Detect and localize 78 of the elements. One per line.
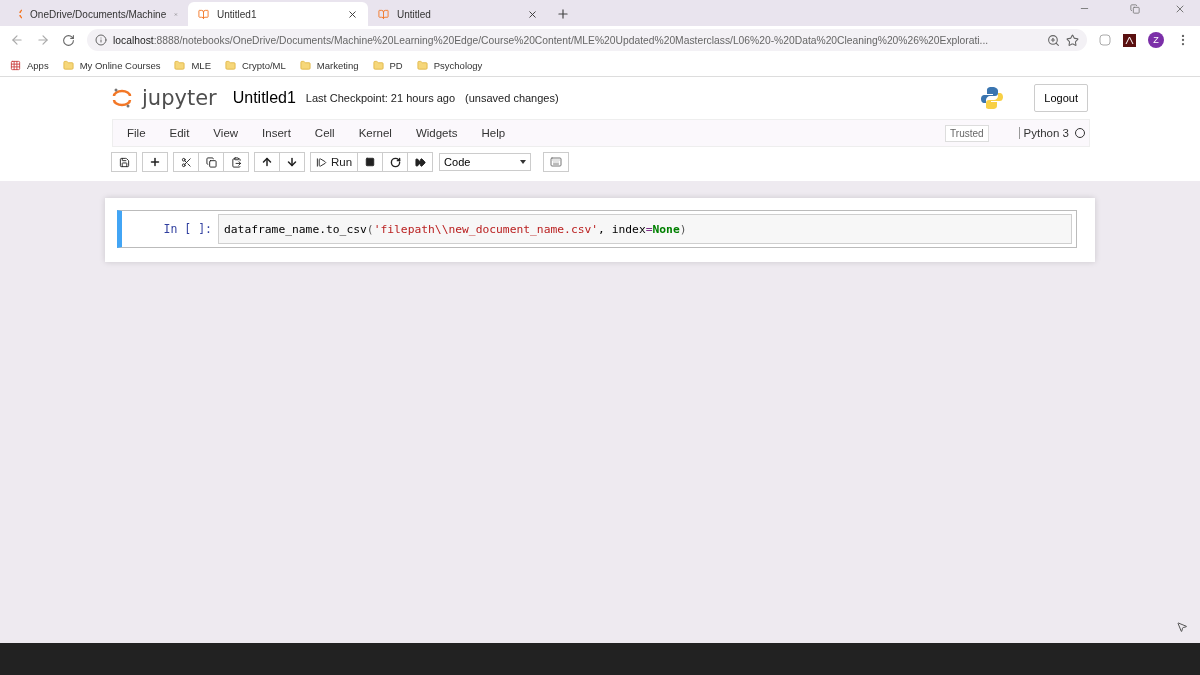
menu-item[interactable]: Widgets [403,127,470,139]
reload-icon[interactable] [62,33,75,47]
notebook-icon [378,8,389,20]
new-tab-icon[interactable] [556,7,570,21]
menu-item[interactable]: Kernel [346,127,404,139]
bookmark-link[interactable]: Crypto/ML [242,59,286,71]
python-logo-icon [980,86,1005,110]
jupyter-wordmark: jupyter [142,86,217,110]
cut-button[interactable] [173,152,199,172]
close-icon[interactable] [347,8,358,20]
bookmark-link[interactable]: Apps [27,59,49,71]
bookmark-link[interactable]: PD [389,59,403,71]
restart-button[interactable] [382,152,409,172]
folder-icon [62,59,74,71]
bookmark-link[interactable]: My Online Courses [79,59,161,71]
cell-type-dropdown[interactable]: Code [439,153,532,171]
apps-grid-icon [10,59,21,71]
logout-button[interactable]: Logout [1034,84,1088,112]
move-down-button[interactable] [279,152,305,172]
bookmark-link[interactable]: Psychology [433,59,483,71]
input-prompt: In [ ]: [162,222,213,236]
notebook-icon [198,8,209,20]
menu-item[interactable]: Insert [250,127,303,139]
folder-icon [372,59,384,71]
move-up-button[interactable] [254,152,280,172]
jupyter-logo-icon [112,87,132,109]
menu-item[interactable]: Help [469,127,518,139]
kernel-name: Python 3 [1018,127,1069,139]
code-cell[interactable]: In [ ]: dataframe_name.to_csv('filepath\\new_document_name.csv', index=None) [117,210,1077,248]
paste-icon [230,156,242,168]
run-all-button[interactable] [407,152,434,172]
bookmark-star-icon[interactable] [1066,33,1079,47]
copy-icon [205,156,217,168]
url-text: localhost:8888/notebooks/OneDrive/Documents/Machine%20Learning%20Edge/Course%20Content/MLE%20Updated%20Masterclass/L06%20-%20Data%20Cleaning%20%26%20Explorati... [113,34,989,46]
copy-button[interactable] [198,152,224,172]
menu-item[interactable]: Cell [302,127,347,139]
checkpoint-text: Last Checkpoint: 21 hours ago [305,92,456,104]
autosave-status: (unsaved changes) [465,92,559,104]
paste-button[interactable] [223,152,249,172]
close-icon[interactable] [527,8,538,20]
scissors-icon [180,156,192,168]
insert-cell-button[interactable] [142,152,168,172]
save-icon [118,156,130,168]
restart-icon [389,156,401,168]
bookmark-link[interactable]: Marketing [316,59,359,71]
stop-icon [365,157,376,167]
save-button[interactable] [111,152,137,172]
bookmark-link[interactable]: MLE [191,59,211,71]
pdf-extension-icon[interactable] [1123,33,1136,47]
restore-icon[interactable] [1130,4,1140,14]
keyboard-icon [550,156,563,168]
plus-icon [149,156,161,168]
notebook-name[interactable]: Untitled1 [232,89,296,107]
mouse-cursor-icon [1176,621,1188,633]
folder-icon [225,59,236,71]
browser-tab[interactable]: Untitled1 [188,2,368,26]
folder-icon [174,59,186,71]
code-line: dataframe_name.to_csv('filepath\\new_document_name.csv', index=None) [224,222,687,236]
jupyter-logo-icon [18,8,23,20]
code-input[interactable]: dataframe_name.to_csv('filepath\\new_document_name.csv', index=None) [218,214,1072,244]
trusted-indicator[interactable]: Trusted [945,124,989,142]
step-icon [316,156,327,168]
interrupt-button[interactable] [357,152,384,172]
menu-item[interactable]: View [201,127,251,139]
run-button[interactable]: Run [310,152,359,172]
address-bar[interactable]: localhost:8888/notebooks/OneDrive/Documents/Machine%20Learning%20Edge/Course%20Content/MLE%20Updated%20Masterclass/L06%20-%20Data%20Cleaning%20%26%20Explorati... [87,29,1087,51]
browser-tab[interactable]: Untitled [368,2,548,26]
menu-item[interactable]: Edit [157,127,202,139]
menu-item[interactable]: File [115,127,158,139]
folder-icon [299,59,311,71]
arrow-down-icon [286,156,298,168]
arrow-up-icon [261,156,273,168]
zoom-icon[interactable] [1047,33,1060,47]
info-icon [95,34,107,46]
fast-forward-icon [414,156,426,168]
folder-icon [416,59,428,71]
profile-avatar[interactable]: Z [1148,32,1164,48]
browser-tab[interactable]: OneDrive/Documents/Machine [8,2,188,26]
